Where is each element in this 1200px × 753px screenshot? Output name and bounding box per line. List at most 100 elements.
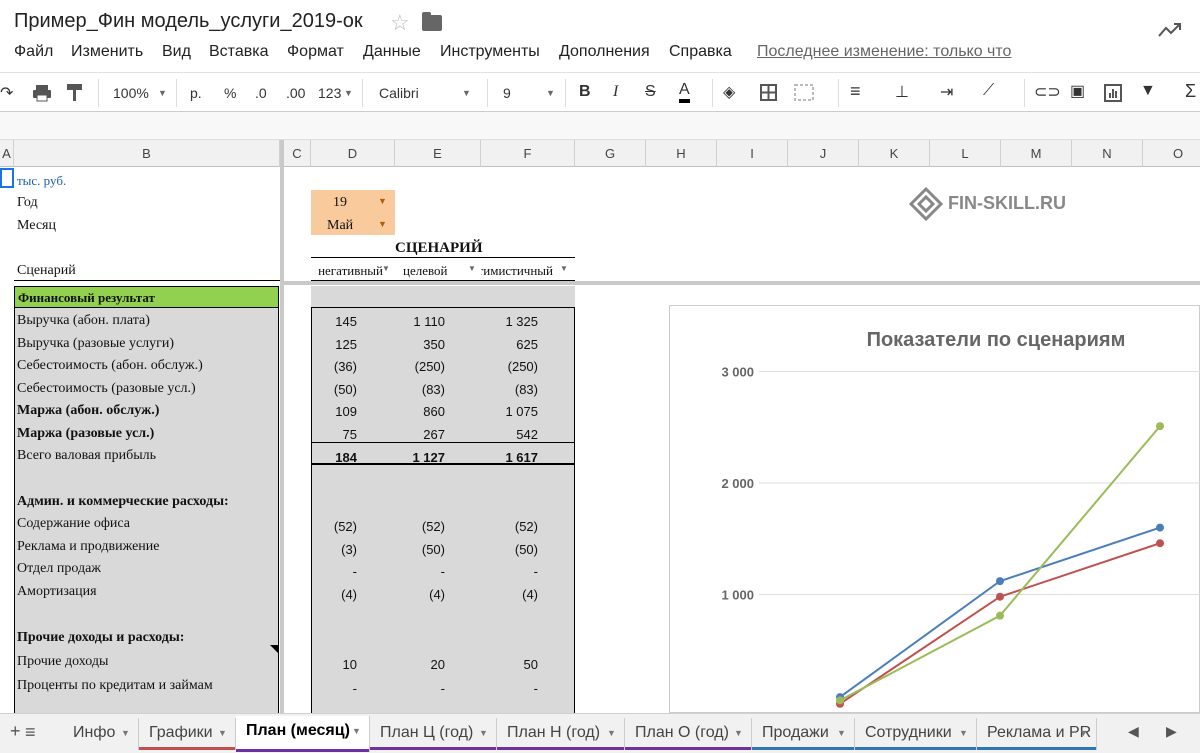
col-h[interactable]: H bbox=[646, 140, 717, 167]
col-l[interactable]: L bbox=[930, 140, 1001, 167]
document-title[interactable]: Пример_Фин модель_услуги_2019-ок bbox=[14, 10, 363, 33]
col-i[interactable]: I bbox=[717, 140, 788, 167]
sheet-tab[interactable]: План Н (год) ▼ bbox=[497, 718, 625, 750]
row-label[interactable]: Выручка (абон. плата) bbox=[17, 313, 150, 329]
chevron-down-icon[interactable]: ▼ bbox=[1079, 718, 1088, 748]
row-value[interactable]: (50) bbox=[385, 542, 445, 557]
row-value[interactable]: (52) bbox=[385, 519, 445, 534]
percent-format-button[interactable]: % bbox=[224, 85, 236, 101]
frozen-column-divider[interactable] bbox=[280, 140, 284, 713]
chevron-down-icon[interactable]: ▼ bbox=[352, 716, 361, 746]
menu-tools[interactable]: Инструменты bbox=[440, 43, 540, 61]
chevron-down-icon[interactable]: ▼ bbox=[121, 718, 130, 748]
menu-help[interactable]: Справка bbox=[669, 43, 732, 61]
row-value[interactable]: 350 bbox=[385, 337, 445, 352]
col-b[interactable]: B bbox=[14, 140, 280, 167]
merge-cells-icon[interactable] bbox=[794, 84, 814, 101]
chevron-down-icon[interactable]: ▼ bbox=[479, 718, 488, 748]
scenario-chart[interactable]: Показатели по сценариям 3 000 2 000 1 000 bbox=[669, 305, 1200, 713]
row-label[interactable]: Маржа (разовые усл.) bbox=[17, 426, 154, 442]
decrease-decimal-button[interactable]: .0 bbox=[255, 85, 267, 101]
zoom-select[interactable]: 100% bbox=[113, 85, 149, 101]
row-label[interactable]: Проценты по кредитам и займам bbox=[17, 678, 213, 694]
row-label[interactable]: Админ. и коммерческие расходы: bbox=[17, 494, 229, 510]
row-value[interactable]: 1 325 bbox=[478, 314, 538, 329]
formula-bar[interactable] bbox=[0, 112, 1200, 140]
year-dropdown[interactable]: 19 bbox=[333, 195, 347, 211]
col-c[interactable]: C bbox=[284, 140, 311, 167]
currency-format-button[interactable]: р. bbox=[190, 85, 202, 101]
chevron-down-icon[interactable]: ▼ bbox=[462, 88, 471, 98]
row-label[interactable]: Себестоимость (разовые усл.) bbox=[17, 381, 196, 397]
bold-icon[interactable]: B bbox=[579, 83, 591, 101]
col-k[interactable]: K bbox=[859, 140, 930, 167]
row-label[interactable]: Отдел продаж bbox=[17, 561, 101, 577]
chevron-down-icon[interactable]: ▼ bbox=[837, 718, 846, 748]
chevron-down-icon[interactable]: ▼ bbox=[158, 88, 167, 98]
chevron-down-icon[interactable]: ▼ bbox=[734, 718, 743, 748]
row-value[interactable]: - bbox=[297, 564, 357, 579]
row-value[interactable]: (50) bbox=[297, 382, 357, 397]
row-label[interactable]: Всего валовая прибыль bbox=[17, 448, 156, 464]
chevron-down-icon[interactable]: ▼ bbox=[607, 718, 616, 748]
menu-addons[interactable]: Дополнения bbox=[559, 43, 650, 61]
row-value[interactable]: 860 bbox=[385, 404, 445, 419]
chevron-down-icon[interactable]: ▼ bbox=[344, 88, 353, 98]
folder-icon[interactable] bbox=[422, 12, 442, 31]
text-wrap-icon[interactable]: ⇥ bbox=[940, 82, 953, 102]
font-size-select[interactable]: 9 bbox=[503, 85, 511, 101]
row-label[interactable]: Себестоимость (абон. обслуж.) bbox=[17, 358, 203, 374]
text-rotate-icon[interactable]: ⟋ bbox=[983, 82, 994, 100]
col-j[interactable]: J bbox=[788, 140, 859, 167]
row-value[interactable]: (83) bbox=[385, 382, 445, 397]
row-value[interactable]: (36) bbox=[297, 359, 357, 374]
menu-file[interactable]: Файл bbox=[14, 43, 53, 61]
row-value[interactable]: - bbox=[478, 564, 538, 579]
text-color-icon[interactable]: A bbox=[679, 81, 690, 103]
menu-format[interactable]: Формат bbox=[287, 43, 344, 61]
row-label[interactable]: Маржа (абон. обслуж.) bbox=[17, 403, 159, 419]
row-value[interactable]: 10 bbox=[297, 657, 357, 672]
increase-decimal-button[interactable]: .00 bbox=[286, 85, 305, 101]
borders-icon[interactable] bbox=[760, 84, 777, 101]
row-value[interactable]: - bbox=[478, 681, 538, 696]
row-value[interactable]: 145 bbox=[297, 314, 357, 329]
row-value[interactable]: (250) bbox=[478, 359, 538, 374]
align-icon[interactable]: ≡ bbox=[850, 81, 861, 102]
chevron-down-icon[interactable]: ▼ bbox=[378, 219, 387, 229]
font-select[interactable]: Calibri bbox=[379, 85, 419, 101]
print-icon[interactable] bbox=[32, 84, 52, 102]
selected-cell[interactable] bbox=[0, 168, 14, 188]
last-edit-link[interactable]: Последнее изменение: только что bbox=[757, 43, 1011, 61]
scroll-right-icon[interactable]: ▶ bbox=[1166, 723, 1177, 740]
row-label[interactable]: Содержание офиса bbox=[17, 516, 130, 532]
row-value[interactable]: (4) bbox=[385, 587, 445, 602]
strikethrough-icon[interactable]: S bbox=[645, 83, 656, 101]
row-value[interactable]: (250) bbox=[385, 359, 445, 374]
link-icon[interactable]: ⊂⊃ bbox=[1034, 82, 1061, 102]
row-value[interactable]: 184 bbox=[297, 450, 357, 465]
functions-icon[interactable]: Σ bbox=[1185, 81, 1196, 102]
comment-icon[interactable]: ▣ bbox=[1070, 81, 1085, 101]
redo-icon[interactable]: ↷ bbox=[0, 83, 13, 103]
chevron-down-icon[interactable]: ▼ bbox=[218, 718, 227, 748]
col-o[interactable]: O bbox=[1143, 140, 1200, 167]
col-n[interactable]: N bbox=[1072, 140, 1143, 167]
month-dropdown[interactable]: Май bbox=[327, 218, 353, 234]
sheet-tab[interactable]: Графики ▼ bbox=[139, 718, 236, 750]
menu-insert[interactable]: Вставка bbox=[209, 43, 268, 61]
row-value[interactable]: 109 bbox=[297, 404, 357, 419]
row-label[interactable]: Выручка (разовые услуги) bbox=[17, 336, 174, 352]
row-label[interactable]: Реклама и продвижение bbox=[17, 539, 160, 555]
row-value[interactable]: (3) bbox=[297, 542, 357, 557]
chevron-down-icon[interactable]: ▼ bbox=[378, 196, 387, 206]
row-label[interactable]: Амортизация bbox=[17, 584, 97, 600]
row-value[interactable]: 1 617 bbox=[478, 450, 538, 465]
fill-color-icon[interactable]: ◈ bbox=[723, 82, 735, 102]
row-value[interactable]: - bbox=[385, 564, 445, 579]
chevron-down-icon[interactable]: ▼ bbox=[468, 264, 476, 273]
row-value[interactable]: - bbox=[385, 681, 445, 696]
col-e[interactable]: E bbox=[395, 140, 481, 167]
scenario-negative[interactable]: негативный bbox=[318, 263, 383, 279]
row-value[interactable]: 542 bbox=[478, 427, 538, 442]
